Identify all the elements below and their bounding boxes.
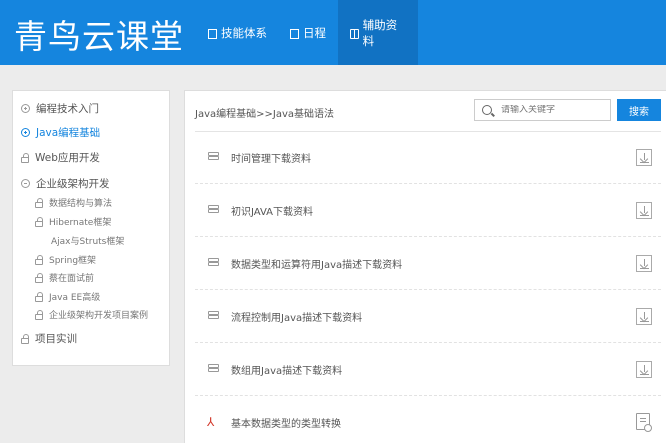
download-icon[interactable] (636, 255, 652, 272)
sidebar-item-interview[interactable]: 蔡在面试前 (35, 271, 94, 284)
nav-schedule-label: 日程 (303, 25, 326, 40)
resource-title[interactable]: 基本数据类型的类型转换 (231, 415, 341, 430)
layers-icon (208, 152, 219, 161)
sidebar-item-project-training[interactable]: 项目实训 (21, 331, 77, 346)
sidebar-item-label: Ajax与Struts框架 (51, 237, 125, 247)
lock-icon (35, 216, 43, 227)
download-icon[interactable] (636, 308, 652, 325)
sidebar: 编程技术入门 Java编程基础 Web应用开发 企业级架构开发 数据结构与算法 … (12, 90, 170, 366)
calendar-icon (290, 28, 299, 39)
lock-icon (35, 254, 43, 265)
lock-icon (35, 197, 43, 208)
layers-icon (208, 311, 219, 320)
sidebar-item-label: Web应用开发 (35, 152, 100, 164)
search-icon (482, 105, 492, 115)
sidebar-item-data-structures[interactable]: 数据结构与算法 (35, 196, 112, 209)
book-icon (350, 28, 359, 39)
sidebar-item-label: Spring框架 (49, 256, 97, 266)
lock-icon (35, 309, 43, 320)
sidebar-item-label: 数据结构与算法 (49, 199, 113, 209)
resource-row[interactable]: 流程控制用Java描述下载资料 (195, 291, 661, 343)
sidebar-item-enterprise-arch[interactable]: 企业级架构开发 (21, 176, 110, 191)
download-icon[interactable] (636, 149, 652, 166)
site-logo[interactable]: 青鸟云课堂 (14, 10, 184, 58)
list-icon (208, 28, 217, 39)
layers-icon (208, 364, 219, 373)
resource-row[interactable]: 数组用Java描述下载资料 (195, 344, 661, 396)
sidebar-item-label: Hibernate框架 (49, 218, 112, 228)
sidebar-item-label: Java编程基础 (36, 127, 101, 139)
main-panel: Java编程基础>>Java基础语法 搜索 时间管理下载资料 初识JAVA下载资… (184, 90, 666, 443)
resource-title[interactable]: 流程控制用Java描述下载资料 (231, 309, 362, 324)
nav-resources-label: 辅助资料 (362, 17, 398, 48)
resource-title[interactable]: 时间管理下载资料 (231, 150, 311, 165)
plus-circle-icon (21, 128, 30, 137)
lock-icon (35, 272, 43, 283)
top-header: 青鸟云课堂 技能体系 日程 辅助资料 (0, 0, 666, 65)
view-doc-icon[interactable] (636, 413, 652, 432)
download-icon[interactable] (636, 202, 652, 219)
search-box[interactable] (474, 99, 611, 121)
nav-resources[interactable]: 辅助资料 (338, 0, 418, 65)
sidebar-item-ajax-struts[interactable]: Ajax与Struts框架 (51, 234, 124, 247)
sidebar-item-enterprise-cases[interactable]: 企业级架构开发项目案例 (35, 308, 148, 321)
sidebar-item-label: 编程技术入门 (36, 103, 99, 115)
layers-icon (208, 205, 219, 214)
sidebar-item-label: 项目实训 (35, 333, 77, 345)
sidebar-item-java-basics[interactable]: Java编程基础 (21, 125, 100, 140)
sidebar-item-label: 企业级架构开发 (36, 178, 110, 190)
sidebar-item-programming-intro[interactable]: 编程技术入门 (21, 101, 99, 116)
sidebar-item-hibernate[interactable]: Hibernate框架 (35, 215, 111, 228)
search-button[interactable]: 搜索 (617, 99, 661, 121)
resource-row[interactable]: 初识JAVA下载资料 (195, 185, 661, 237)
resource-title[interactable]: 数据类型和运算符用Java描述下载资料 (231, 256, 402, 271)
sidebar-item-label: 蔡在面试前 (49, 274, 95, 284)
resource-title[interactable]: 初识JAVA下载资料 (231, 203, 313, 218)
resource-row[interactable]: 时间管理下载资料 (195, 132, 661, 184)
sidebar-item-spring[interactable]: Spring框架 (35, 253, 96, 266)
plus-circle-icon (21, 104, 30, 113)
nav-schedule[interactable]: 日程 (278, 0, 338, 65)
sidebar-item-java-ee[interactable]: Java EE高级 (35, 290, 100, 303)
nav-skills[interactable]: 技能体系 (196, 0, 279, 65)
resource-row[interactable]: 数据类型和运算符用Java描述下载资料 (195, 238, 661, 290)
nav-skills-label: 技能体系 (221, 25, 267, 40)
resource-row[interactable]: ⅄ 基本数据类型的类型转换 (195, 397, 661, 443)
sidebar-item-label: Java EE高级 (49, 293, 101, 303)
download-icon[interactable] (636, 361, 652, 378)
lock-icon (21, 152, 29, 163)
sidebar-item-web-dev[interactable]: Web应用开发 (21, 150, 100, 165)
lock-icon (35, 291, 43, 302)
sidebar-item-label: 企业级架构开发项目案例 (49, 311, 149, 321)
minus-circle-icon (21, 179, 30, 188)
layers-icon (208, 258, 219, 267)
resource-title[interactable]: 数组用Java描述下载资料 (231, 362, 342, 377)
lock-icon (21, 333, 29, 344)
pdf-icon: ⅄ (207, 415, 215, 429)
breadcrumb: Java编程基础>>Java基础语法 (195, 109, 335, 120)
search-input[interactable] (501, 105, 601, 115)
